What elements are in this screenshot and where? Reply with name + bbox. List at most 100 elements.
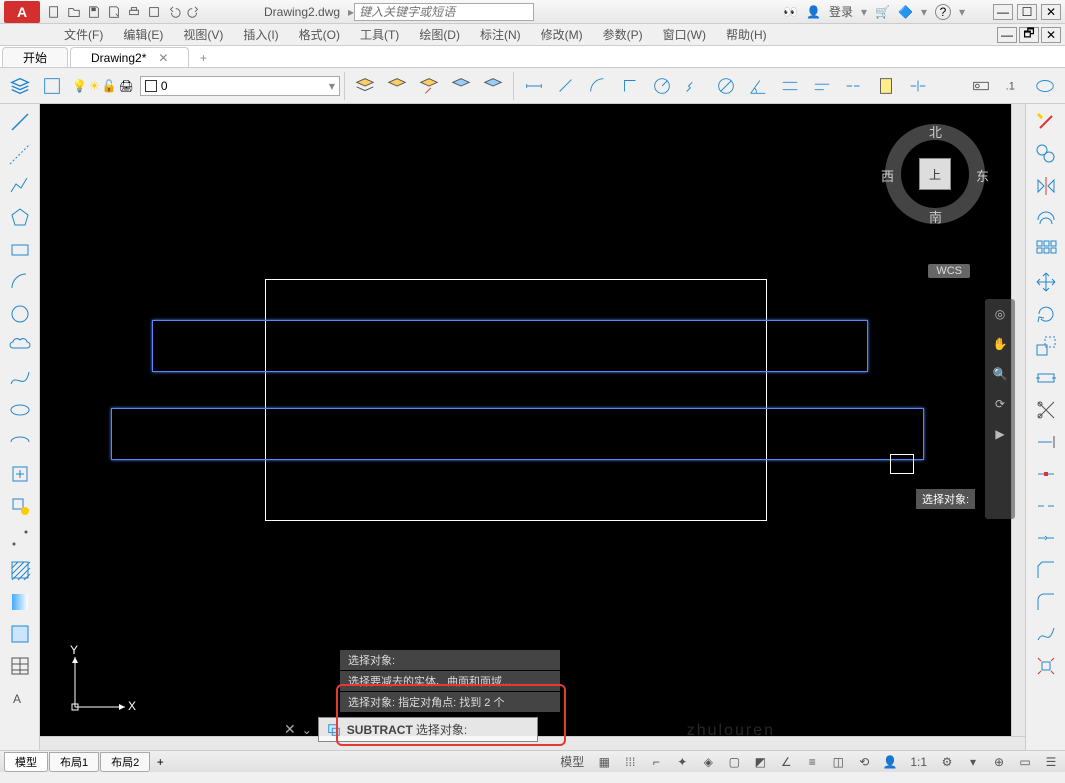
join-icon[interactable]: [1029, 523, 1063, 553]
fillet-icon[interactable]: [1029, 587, 1063, 617]
spline-icon[interactable]: [3, 363, 37, 393]
exchange-icon[interactable]: 🛒: [875, 5, 890, 19]
tab-start[interactable]: 开始: [2, 47, 68, 67]
layer-props-icon[interactable]: [5, 71, 35, 101]
transparency-icon[interactable]: ◫: [828, 753, 848, 771]
tab-add-button[interactable]: +: [193, 49, 213, 67]
dim-space-icon[interactable]: [871, 71, 901, 101]
gear-icon[interactable]: ⚙: [937, 753, 957, 771]
gradient-icon[interactable]: [3, 587, 37, 617]
menu-tools[interactable]: 工具(T): [350, 26, 409, 43]
dim-angular-icon[interactable]: [743, 71, 773, 101]
menu-insert[interactable]: 插入(I): [233, 26, 288, 43]
ellipse-arc-icon[interactable]: [3, 427, 37, 457]
cmd-options-icon[interactable]: ⌄: [302, 723, 312, 737]
clean-screen-icon[interactable]: ▭: [1015, 753, 1035, 771]
close-button[interactable]: ✕: [1041, 4, 1061, 20]
viewcube-north[interactable]: 北: [929, 122, 942, 141]
array-icon[interactable]: [1029, 235, 1063, 265]
lock-icon[interactable]: 🔓: [102, 79, 117, 93]
binoculars-icon[interactable]: 👀: [783, 5, 798, 19]
dim-quick-icon[interactable]: [775, 71, 805, 101]
cmd-close-icon[interactable]: ✕: [284, 721, 296, 738]
workspace-icon[interactable]: ⊕: [989, 753, 1009, 771]
revision-cloud-icon[interactable]: [3, 331, 37, 361]
region-icon[interactable]: [3, 619, 37, 649]
polyline-icon[interactable]: [3, 171, 37, 201]
scale-icon[interactable]: [1029, 331, 1063, 361]
annomon-icon[interactable]: 👤: [880, 753, 900, 771]
saveas-icon[interactable]: [105, 3, 123, 21]
rotate-icon[interactable]: [1029, 299, 1063, 329]
layer-selector[interactable]: 0 ▾: [140, 76, 340, 96]
layer-walk-icon[interactable]: [478, 71, 508, 101]
tab-drawing[interactable]: Drawing2*✕: [70, 47, 189, 67]
layout-tab-model[interactable]: 模型: [4, 752, 48, 772]
doc-restore-button[interactable]: 🗗: [1019, 27, 1039, 43]
menu-modify[interactable]: 修改(M): [531, 26, 593, 43]
user-icon[interactable]: 👤: [806, 5, 821, 19]
bulb-icon[interactable]: 💡: [72, 79, 87, 93]
menu-dimension[interactable]: 标注(N): [470, 26, 531, 43]
explode-icon[interactable]: [1029, 651, 1063, 681]
menu-draw[interactable]: 绘图(D): [409, 26, 470, 43]
dim-baseline-icon[interactable]: [807, 71, 837, 101]
minimize-button[interactable]: —: [993, 4, 1013, 20]
menu-window[interactable]: 窗口(W): [653, 26, 716, 43]
osnap-icon[interactable]: ▢: [724, 753, 744, 771]
ellipse-icon[interactable]: [3, 395, 37, 425]
viewcube-south[interactable]: 南: [929, 207, 942, 226]
layer-iso-icon[interactable]: [446, 71, 476, 101]
center-mark-icon[interactable]: .1: [998, 71, 1028, 101]
menu-file[interactable]: 文件(F): [54, 26, 113, 43]
stretch-icon[interactable]: [1029, 363, 1063, 393]
pan-icon[interactable]: ✋: [989, 333, 1011, 355]
line-icon[interactable]: [3, 107, 37, 137]
layout-tab-2[interactable]: 布局2: [100, 752, 150, 772]
print-icon[interactable]: [125, 3, 143, 21]
plot-icon[interactable]: [145, 3, 163, 21]
otrack-icon[interactable]: ∠: [776, 753, 796, 771]
viewcube-east[interactable]: 东: [976, 166, 989, 185]
hatch-icon[interactable]: [3, 555, 37, 585]
wheel-icon[interactable]: ◎: [989, 303, 1011, 325]
command-input[interactable]: SUBTRACT 选择对象:: [318, 717, 538, 742]
plot-layer-icon[interactable]: 🖨: [119, 79, 134, 93]
status-model-button[interactable]: 模型: [556, 753, 588, 770]
menu-edit[interactable]: 编辑(E): [113, 26, 173, 43]
open-icon[interactable]: [65, 3, 83, 21]
rectangle-icon[interactable]: [3, 235, 37, 265]
extend-icon[interactable]: [1029, 427, 1063, 457]
arc-icon[interactable]: [3, 267, 37, 297]
menu-help[interactable]: 帮助(H): [716, 26, 777, 43]
zoom-icon[interactable]: 🔍: [989, 363, 1011, 385]
showmotion-icon[interactable]: ▶: [989, 423, 1011, 445]
layer-states-icon[interactable]: [37, 71, 67, 101]
copy-icon[interactable]: [1029, 139, 1063, 169]
dim-aligned-icon[interactable]: [551, 71, 581, 101]
menu-view[interactable]: 视图(V): [173, 26, 233, 43]
maximize-button[interactable]: ☐: [1017, 4, 1037, 20]
snap-icon[interactable]: ⁞⁞⁞: [620, 753, 640, 771]
undo-icon[interactable]: [165, 3, 183, 21]
move-icon[interactable]: [1029, 267, 1063, 297]
text-icon[interactable]: A: [3, 683, 37, 713]
blend-icon[interactable]: [1029, 619, 1063, 649]
point-icon[interactable]: [3, 523, 37, 553]
orbit-icon[interactable]: ⟳: [989, 393, 1011, 415]
doc-minimize-button[interactable]: —: [997, 27, 1017, 43]
break-point-icon[interactable]: [1029, 459, 1063, 489]
dim-arc-icon[interactable]: [583, 71, 613, 101]
dim-continue-icon[interactable]: [839, 71, 869, 101]
cycling-icon[interactable]: ⟲: [854, 753, 874, 771]
menu-param[interactable]: 参数(P): [593, 26, 653, 43]
layer-match-icon[interactable]: [382, 71, 412, 101]
search-input[interactable]: [354, 3, 534, 21]
tolerance-icon[interactable]: [966, 71, 996, 101]
insert-block-icon[interactable]: [3, 459, 37, 489]
wcs-badge[interactable]: WCS: [928, 264, 970, 278]
polygon-icon[interactable]: [3, 203, 37, 233]
save-icon[interactable]: [85, 3, 103, 21]
tab-close-icon[interactable]: ✕: [158, 51, 168, 65]
dim-ordinate-icon[interactable]: [615, 71, 645, 101]
